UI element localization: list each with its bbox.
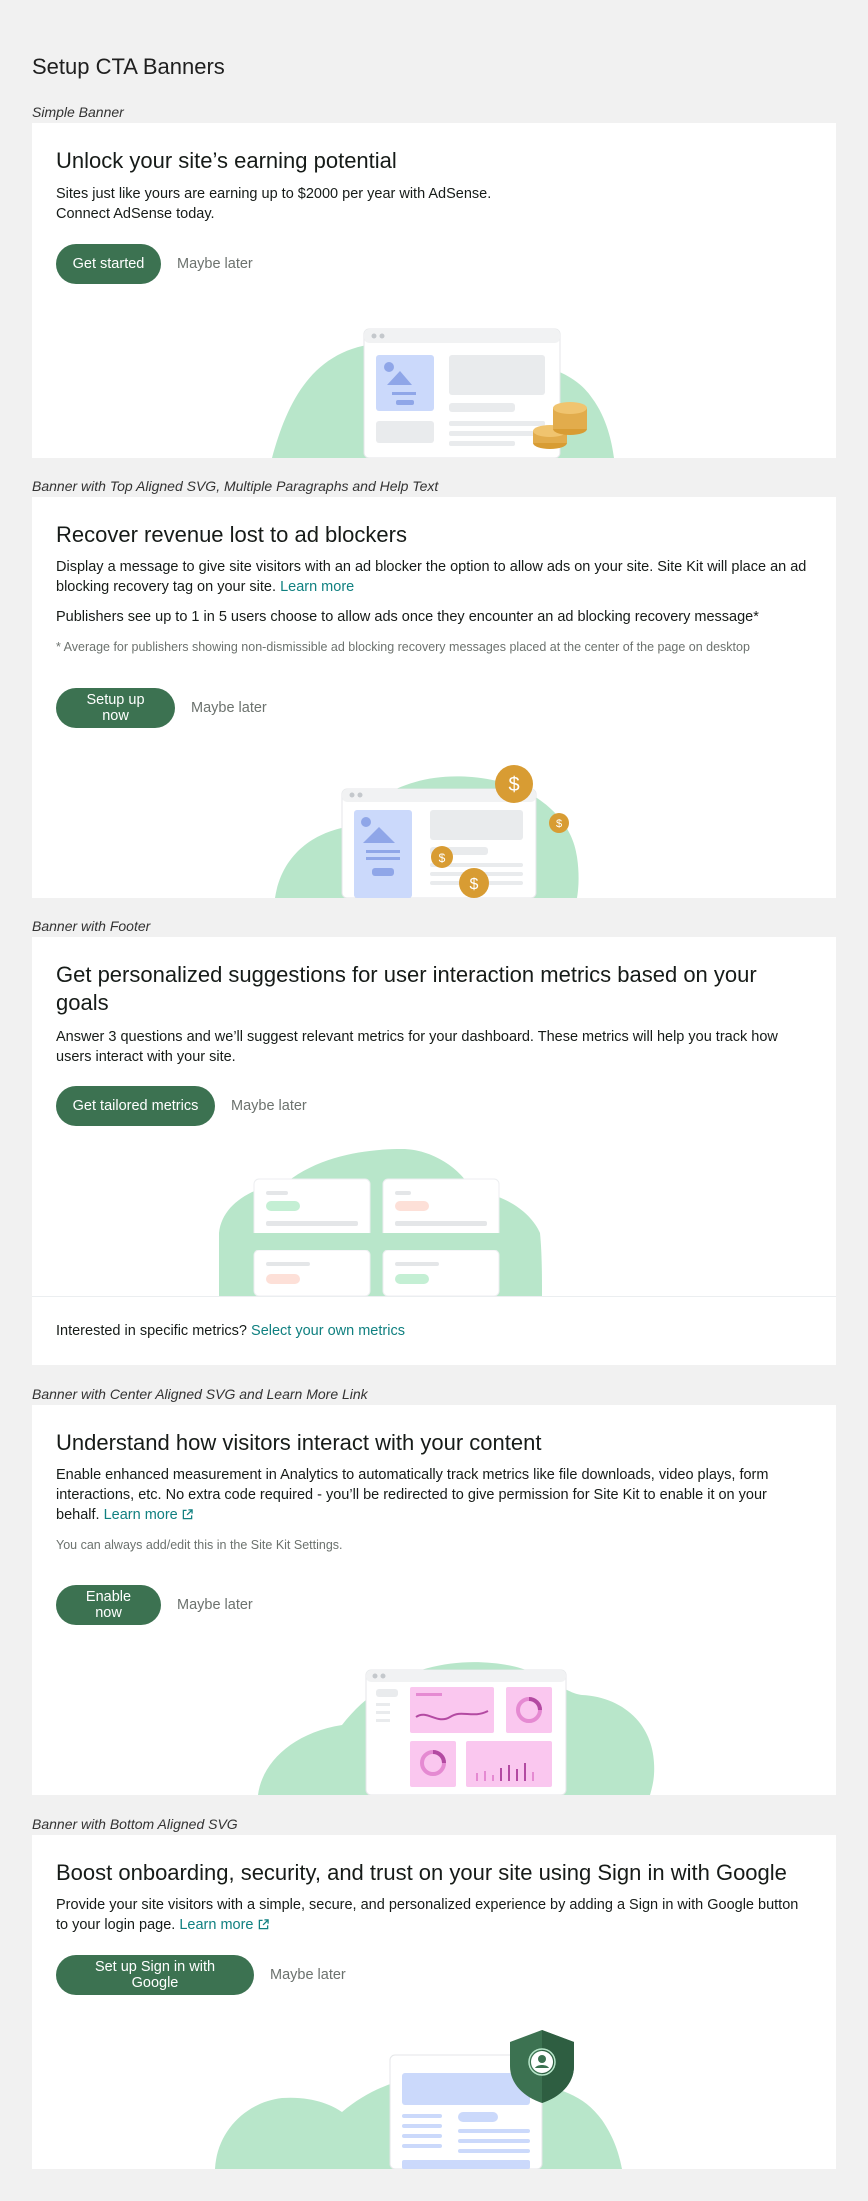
maybe-later-button[interactable]: Maybe later bbox=[177, 1585, 253, 1625]
banner-ad-blocking: Recover revenue lost to ad blockers Disp… bbox=[32, 497, 836, 898]
metrics-illustration bbox=[219, 1149, 540, 1233]
section-label-footer: Banner with Footer bbox=[32, 918, 151, 934]
section-label-simple: Simple Banner bbox=[32, 104, 124, 120]
footer-divider bbox=[32, 1296, 836, 1297]
banner-sign-in-with-google: Boost onboarding, security, and trust on… bbox=[32, 1835, 836, 2169]
sign-in-with-google-illustration bbox=[215, 2030, 622, 2169]
banner-enhanced-measurement: Understand how visitors interact with yo… bbox=[32, 1405, 836, 1795]
banner-title: Get personalized suggestions for user in… bbox=[56, 962, 757, 1015]
learn-more-link[interactable]: Learn more bbox=[280, 579, 354, 595]
banner-text: Answer 3 questions and we’ll suggest rel… bbox=[56, 1029, 778, 1065]
page-title: Setup CTA Banners bbox=[32, 54, 225, 79]
dollar-coin-icon: $ bbox=[549, 813, 569, 833]
banner-paragraph-2: Publishers see up to 1 in 5 users choose… bbox=[56, 609, 759, 625]
banner-simple: Unlock your site’s earning potential Sit… bbox=[32, 123, 836, 458]
svg-text:$: $ bbox=[470, 876, 479, 893]
help-text: * Average for publishers showing non-dis… bbox=[56, 640, 750, 654]
section-label-center-aligned: Banner with Center Aligned SVG and Learn… bbox=[32, 1386, 368, 1402]
set-up-sign-in-with-google-button[interactable]: Set up Sign in with Google bbox=[56, 1955, 254, 1995]
ad-blocking-illustration: $ $ $ $ bbox=[275, 765, 579, 898]
section-label-top-aligned: Banner with Top Aligned SVG, Multiple Pa… bbox=[32, 478, 439, 494]
dollar-coin-icon: $ bbox=[431, 846, 453, 868]
maybe-later-button[interactable]: Maybe later bbox=[270, 1955, 346, 1995]
learn-more-link[interactable]: Learn more bbox=[179, 1917, 269, 1933]
metric-card-tiles bbox=[253, 1250, 500, 1296]
svg-text:$: $ bbox=[556, 818, 562, 830]
maybe-later-button[interactable]: Maybe later bbox=[177, 244, 253, 284]
maybe-later-button[interactable]: Maybe later bbox=[191, 688, 267, 728]
adsense-illustration bbox=[272, 328, 614, 458]
banner-title: Boost onboarding, security, and trust on… bbox=[56, 1860, 787, 1885]
banner-text: Provide your site visitors with a simple… bbox=[56, 1897, 799, 1933]
select-your-own-metrics-link[interactable]: Select your own metrics bbox=[251, 1323, 405, 1339]
get-tailored-metrics-button[interactable]: Get tailored metrics bbox=[56, 1086, 215, 1126]
svg-text:$: $ bbox=[439, 851, 446, 865]
svg-text:$: $ bbox=[508, 774, 519, 796]
banner-paragraph-1: Display a message to give site visitors … bbox=[56, 559, 807, 595]
banner-title: Understand how visitors interact with yo… bbox=[56, 1430, 542, 1455]
external-link-icon bbox=[182, 1509, 193, 1520]
enable-now-button[interactable]: Enable now bbox=[56, 1585, 161, 1625]
dollar-coin-icon: $ bbox=[495, 765, 533, 803]
maybe-later-button[interactable]: Maybe later bbox=[231, 1086, 307, 1126]
section-label-bottom-aligned: Banner with Bottom Aligned SVG bbox=[32, 1816, 238, 1832]
setup-up-now-button[interactable]: Setup up now bbox=[56, 688, 175, 728]
banner-title: Unlock your site’s earning potential bbox=[56, 148, 397, 173]
user-icon bbox=[528, 2048, 556, 2076]
banner-footer: Interested in specific metrics? Select y… bbox=[56, 1323, 405, 1339]
learn-more-link[interactable]: Learn more bbox=[104, 1507, 193, 1523]
help-text: You can always add/edit this in the Site… bbox=[56, 1538, 343, 1552]
banner-text-line1: Sites just like yours are earning up to … bbox=[56, 186, 492, 202]
external-link-icon bbox=[258, 1919, 269, 1930]
dollar-coin-icon: $ bbox=[459, 868, 489, 898]
banner-title: Recover revenue lost to ad blockers bbox=[56, 522, 407, 547]
banner-text: Enable enhanced measurement in Analytics… bbox=[56, 1467, 769, 1523]
enhanced-measurement-illustration bbox=[258, 1662, 655, 1795]
banner-text-line2: Connect AdSense today. bbox=[56, 206, 215, 222]
banner-key-metrics: Get personalized suggestions for user in… bbox=[32, 937, 836, 1365]
get-started-button[interactable]: Get started bbox=[56, 244, 161, 284]
